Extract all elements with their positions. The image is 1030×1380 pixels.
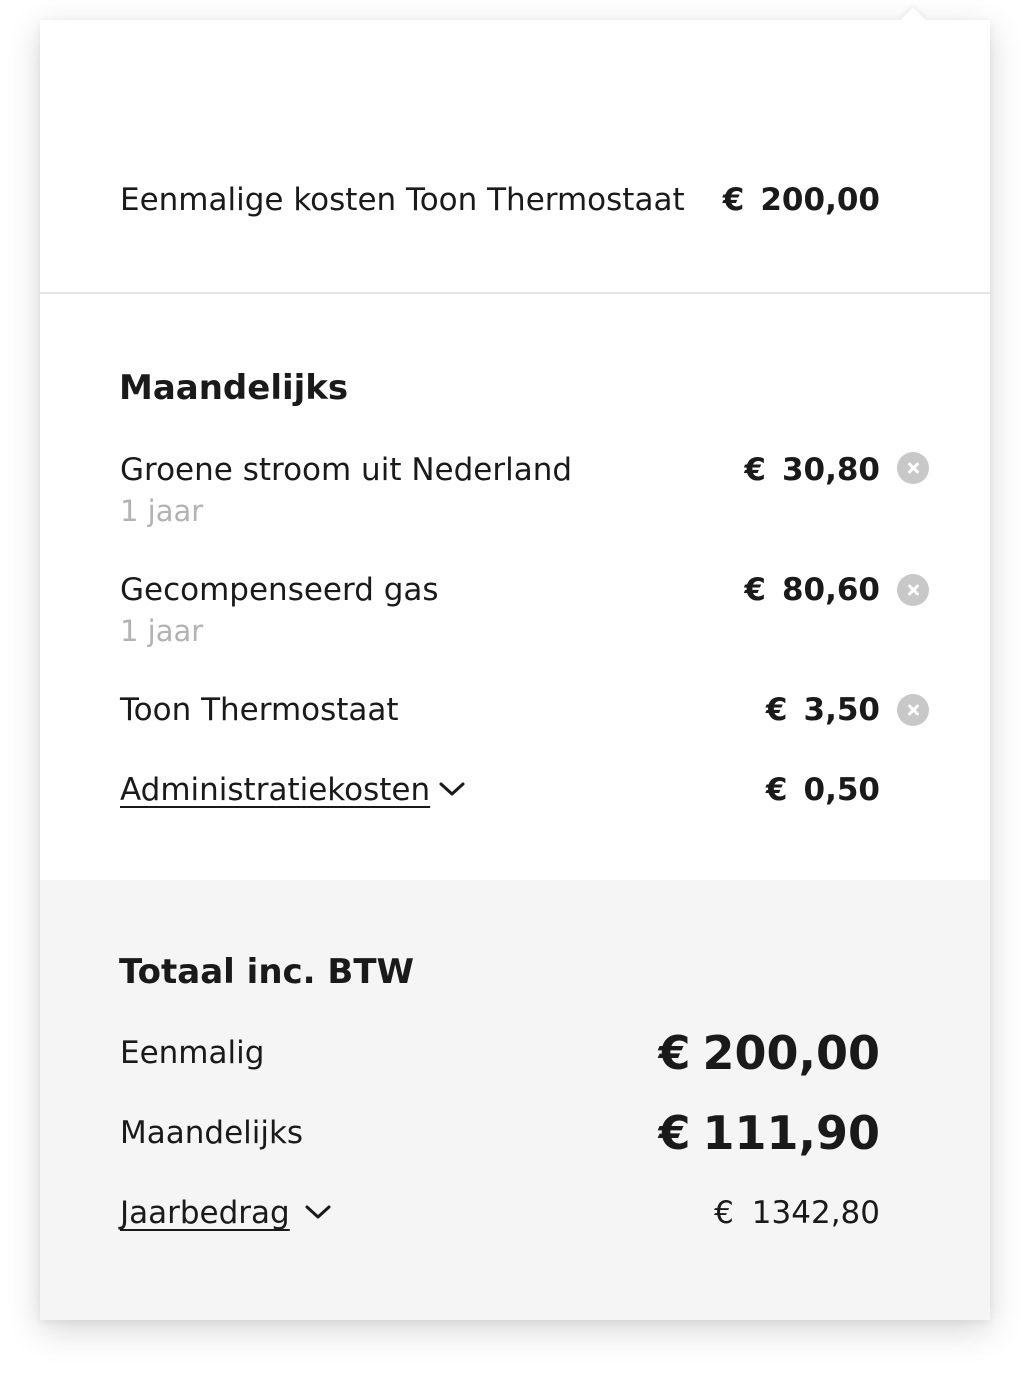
- amount-value: 3,50: [803, 692, 881, 728]
- item-label: Gecompenseerd gas: [120, 572, 439, 608]
- currency-symbol: €: [744, 572, 766, 608]
- remove-groene-stroom-close-icon[interactable]: [897, 452, 929, 484]
- amount-value: 80,60: [781, 572, 880, 608]
- item-duration: 1 jaar: [120, 494, 204, 528]
- item-amount: €3,50: [766, 690, 880, 730]
- currency-symbol: €: [765, 692, 788, 728]
- total-one-time-row: Eenmalig €200,00: [120, 1027, 880, 1079]
- chevron-down-icon[interactable]: [304, 1202, 332, 1222]
- item-label: Toon Thermostaat: [120, 692, 399, 728]
- monthly-heading: Maandelijks: [119, 368, 349, 408]
- chevron-down-icon[interactable]: [438, 779, 466, 799]
- admin-costs-amount: €0,50: [766, 770, 880, 810]
- currency-symbol: €: [744, 452, 766, 488]
- total-one-time-label: Eenmalig: [120, 1035, 265, 1071]
- yearly-amount-row: Jaarbedrag €1342,80: [120, 1193, 880, 1233]
- monthly-item-gecompenseerd-gas: Gecompenseerd gas 1 jaar €80,60: [120, 570, 880, 648]
- one-time-cost-row: Eenmalige kosten Toon Thermostaat €200,0…: [120, 180, 880, 220]
- item-label: Groene stroom uit Nederland: [120, 452, 573, 488]
- popover-caret: [900, 7, 926, 33]
- one-time-cost-label: Eenmalige kosten Toon Thermostaat: [120, 182, 685, 218]
- yearly-amount: €1342,80: [714, 1193, 880, 1233]
- total-monthly-label: Maandelijks: [120, 1115, 304, 1151]
- amount-value: 111,90: [702, 1106, 880, 1160]
- monthly-item-groene-stroom: Groene stroom uit Nederland 1 jaar €30,8…: [120, 450, 880, 528]
- total-monthly-amount: €111,90: [658, 1107, 880, 1159]
- total-monthly-row: Maandelijks €111,90: [120, 1107, 880, 1159]
- yearly-amount-toggle[interactable]: Jaarbedrag: [120, 1193, 290, 1233]
- item-amount: €30,80: [744, 450, 880, 490]
- cost-summary-card: Eenmalige kosten Toon Thermostaat €200,0…: [40, 7, 990, 1320]
- one-time-cost-amount: €200,00: [723, 180, 880, 220]
- totals-heading: Totaal inc. BTW: [119, 952, 415, 992]
- amount-value: 30,80: [781, 452, 880, 488]
- currency-symbol: €: [714, 1195, 734, 1231]
- amount-value: 200,00: [702, 1026, 880, 1080]
- remove-toon-thermostaat-close-icon[interactable]: [897, 694, 929, 726]
- section-divider: [40, 292, 990, 294]
- currency-symbol: €: [658, 1106, 691, 1160]
- item-duration: 1 jaar: [120, 614, 204, 648]
- amount-value: 200,00: [760, 182, 880, 218]
- amount-value: 0,50: [803, 772, 881, 808]
- remove-gecompenseerd-gas-close-icon[interactable]: [897, 574, 929, 606]
- totals-section: Totaal inc. BTW Eenmalig €200,00 Maandel…: [40, 880, 990, 1320]
- admin-costs-row: Administratiekosten €0,50: [120, 770, 880, 810]
- currency-symbol: €: [658, 1026, 691, 1080]
- total-one-time-amount: €200,00: [658, 1027, 880, 1079]
- amount-value: 1342,80: [751, 1195, 880, 1231]
- currency-symbol: €: [722, 182, 745, 218]
- item-amount: €80,60: [744, 570, 880, 610]
- admin-costs-toggle[interactable]: Administratiekosten: [120, 770, 430, 810]
- currency-symbol: €: [765, 772, 788, 808]
- monthly-item-toon-thermostaat: Toon Thermostaat €3,50: [120, 690, 880, 730]
